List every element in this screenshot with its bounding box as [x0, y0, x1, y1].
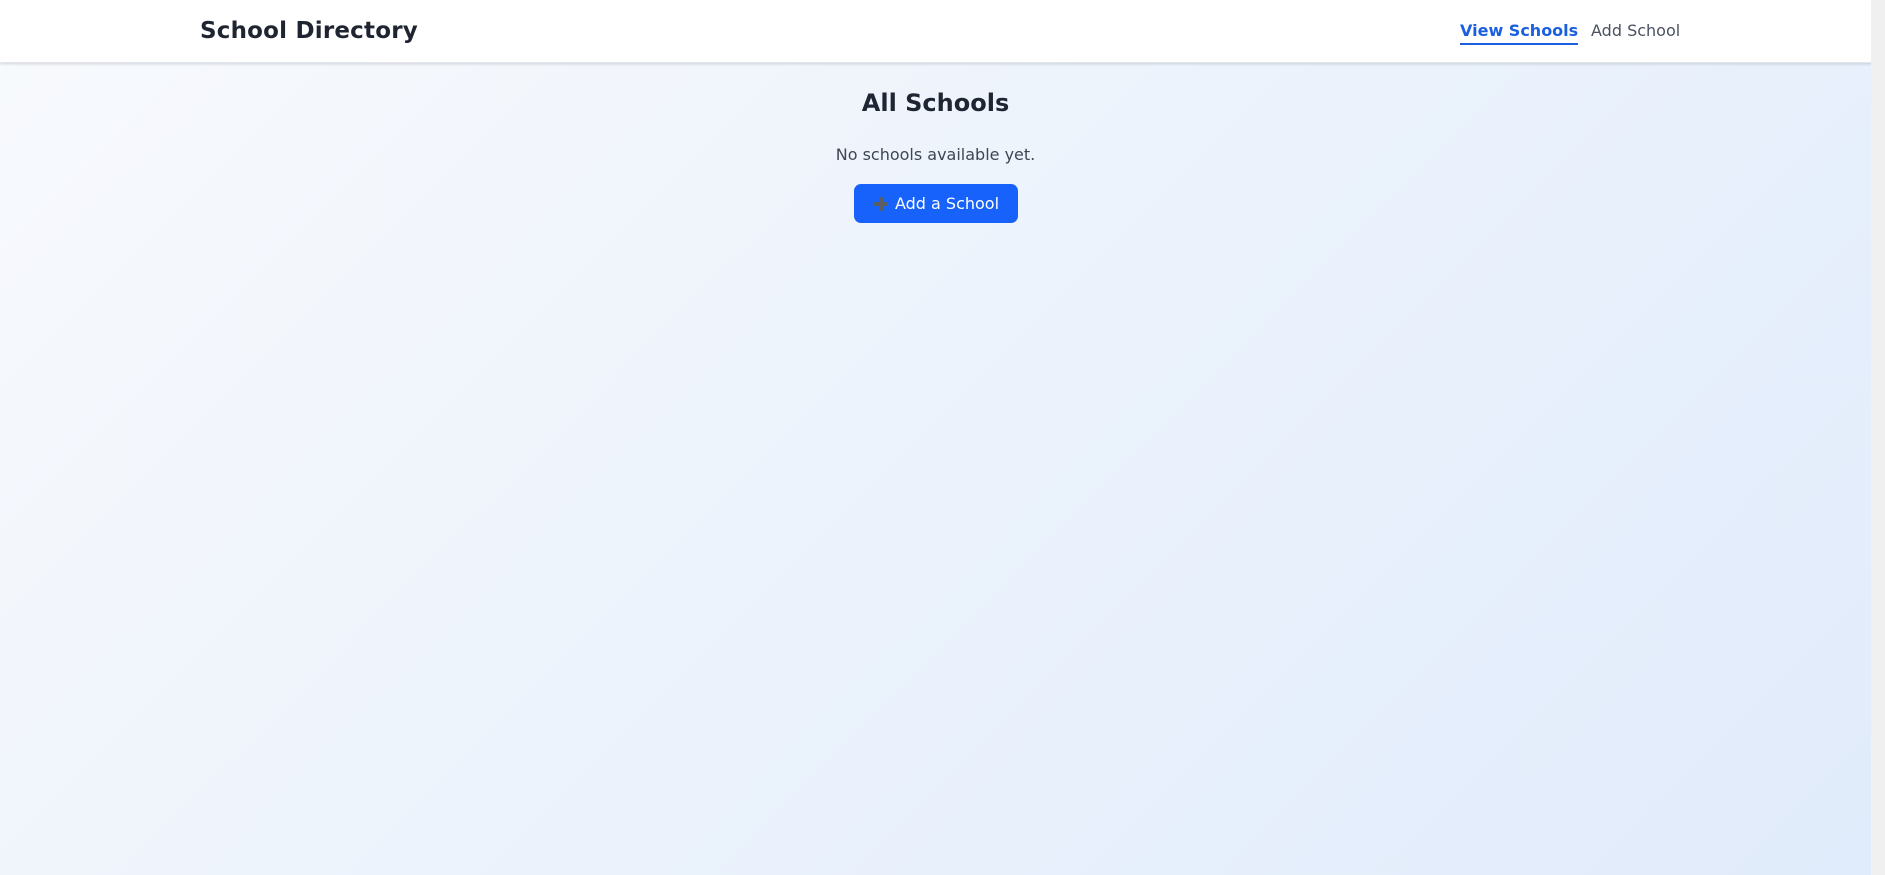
brand-title[interactable]: School Directory: [200, 16, 418, 46]
empty-state-message: No schools available yet.: [835, 145, 1036, 164]
vertical-scrollbar[interactable]: [1871, 0, 1885, 875]
nav-add-school[interactable]: Add School: [1591, 20, 1680, 42]
top-navbar: School Directory View Schools Add School: [0, 0, 1885, 63]
plus-icon: [873, 196, 889, 212]
page-title: All Schools: [861, 89, 1010, 117]
add-school-button-label: Add a School: [894, 194, 1000, 213]
add-school-button[interactable]: Add a School: [854, 184, 1018, 223]
nav-view-schools[interactable]: View Schools: [1460, 20, 1579, 45]
app-viewport: School Directory View Schools Add School…: [0, 0, 1885, 875]
